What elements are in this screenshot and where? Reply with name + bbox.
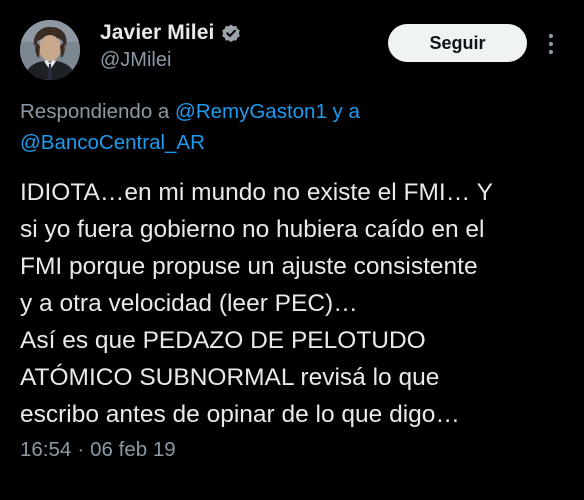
mention-link[interactable]: @RemyGaston1 <box>175 100 327 123</box>
tweet-text-line: FMI porque propuse un ajuste consistente <box>20 253 478 280</box>
tweet-meta: 16:54 · 06 feb 19 <box>20 438 176 462</box>
author-name-row: Javier Milei <box>100 19 242 47</box>
tweet-text-line: ATÓMICO SUBNORMAL revisá lo que <box>20 364 440 391</box>
meta-separator: · <box>77 438 85 461</box>
replying-to: Respondiendo a @RemyGaston1 y a @BancoCen… <box>20 96 560 158</box>
verified-badge-icon <box>220 22 242 44</box>
replying-connector: y a <box>326 100 360 123</box>
tweet-text-line: Así es que PEDAZO DE PELOTUDO <box>20 327 426 354</box>
author-avatar[interactable] <box>20 20 80 80</box>
author-display-name[interactable]: Javier Milei <box>100 21 214 45</box>
tweet-text: IDIOTA…en mi mundo no existe el FMI… Y s… <box>20 174 576 433</box>
tweet-text-line: si yo fuera gobierno no hubiera caído en… <box>20 216 485 243</box>
profile-photo-icon <box>20 20 80 80</box>
mention-link[interactable]: @BancoCentral_AR <box>20 131 205 154</box>
tweet-time[interactable]: 16:54 <box>20 438 71 462</box>
follow-button[interactable]: Seguir <box>388 24 527 62</box>
tweet-text-line: IDIOTA…en mi mundo no existe el FMI… Y <box>20 179 493 206</box>
author-handle[interactable]: @JMilei <box>100 49 171 72</box>
tweet-date[interactable]: 06 feb 19 <box>90 438 176 462</box>
more-vertical-icon[interactable] <box>544 30 558 58</box>
tweet-text-line: y a otra velocidad (leer PEC)… <box>20 290 358 317</box>
replying-prefix: Respondiendo a <box>20 100 176 123</box>
tweet-text-line: escribo antes de opinar de lo que digo… <box>20 401 460 428</box>
tweet-card: Javier Milei @JMilei Seguir Respondiendo… <box>0 0 584 500</box>
